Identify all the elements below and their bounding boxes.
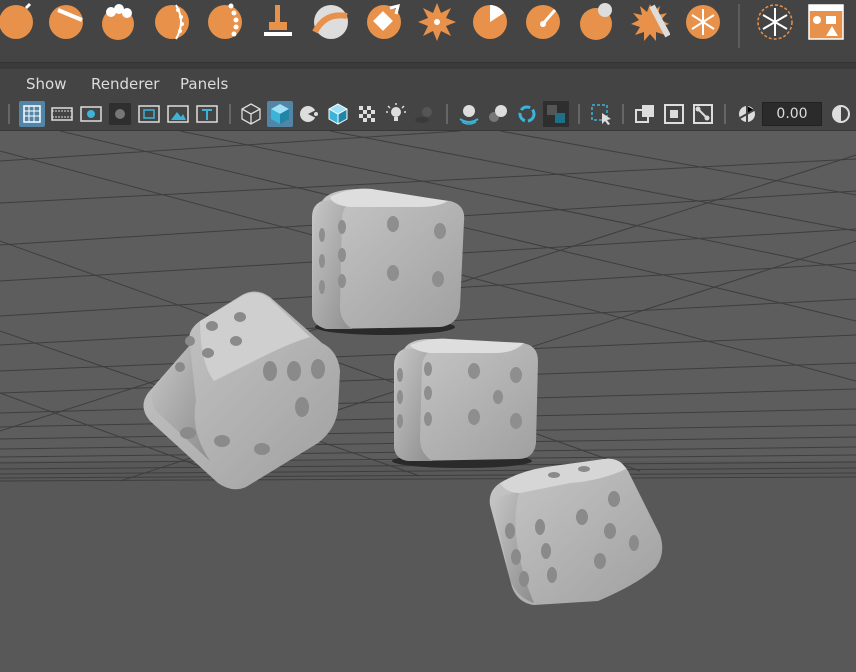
spiral-sphere-icon[interactable] <box>152 2 192 42</box>
shadows-icon[interactable] <box>412 101 438 127</box>
die[interactable] <box>392 338 538 468</box>
wireframe-on-shaded-icon[interactable] <box>325 101 351 127</box>
panel-toolbar <box>0 98 856 131</box>
chain-sphere-icon[interactable] <box>205 2 245 42</box>
xray-icon[interactable] <box>632 101 658 127</box>
sculpt-curve-icon[interactable] <box>311 2 351 42</box>
toolbar-separator <box>622 104 624 124</box>
exposure-value-field[interactable]: 0.00 <box>762 102 822 126</box>
safe-title-icon[interactable] <box>194 101 220 127</box>
menu-renderer[interactable]: Renderer <box>91 75 159 93</box>
diamond-arrow-icon[interactable] <box>364 2 404 42</box>
ambient-occlusion-icon[interactable] <box>456 101 482 127</box>
knife-sphere-icon[interactable] <box>523 2 563 42</box>
anti-alias-icon[interactable] <box>514 101 540 127</box>
field-chart-icon[interactable] <box>136 101 162 127</box>
ground-plane <box>0 461 856 672</box>
pinch-sphere-icon[interactable] <box>576 2 616 42</box>
die[interactable] <box>143 291 340 490</box>
toolbar-separator <box>578 104 580 124</box>
viewport-3d[interactable] <box>0 131 856 672</box>
xray-joints-icon[interactable] <box>690 101 716 127</box>
wireframe-cube-icon[interactable] <box>238 101 264 127</box>
toolbar-separator <box>8 104 10 124</box>
toolbar-separator <box>446 104 448 124</box>
safe-action-icon[interactable] <box>165 101 191 127</box>
snowflake-sphere-icon[interactable] <box>683 2 723 42</box>
sphere-icon[interactable] <box>0 2 36 42</box>
toolbar-separator <box>724 104 726 124</box>
stamp-icon[interactable] <box>258 2 298 42</box>
smooth-shaded-icon[interactable] <box>296 101 322 127</box>
snowflake-outline-icon[interactable] <box>755 2 795 42</box>
shelf <box>0 0 856 62</box>
spiky-sphere-icon[interactable] <box>630 2 670 42</box>
gate-mask-icon[interactable] <box>107 101 133 127</box>
textured-icon[interactable] <box>354 101 380 127</box>
starburst-icon[interactable] <box>417 2 457 42</box>
motion-blur-icon[interactable] <box>485 101 511 127</box>
viewport-scene <box>0 131 856 672</box>
menu-panels[interactable]: Panels <box>180 75 228 93</box>
resolution-gate-icon[interactable] <box>78 101 104 127</box>
exposure-icon[interactable] <box>734 101 760 127</box>
cloud-sphere-icon[interactable] <box>98 2 138 42</box>
shaded-cube-icon[interactable] <box>267 101 293 127</box>
shelf-separator <box>738 4 740 48</box>
cylinder-cut-icon[interactable] <box>46 2 86 42</box>
toolbar-separator <box>229 104 231 124</box>
die[interactable] <box>312 188 465 335</box>
shelf-divider <box>0 62 856 69</box>
isolate-select-icon[interactable] <box>588 101 614 127</box>
xray-active-icon[interactable] <box>661 101 687 127</box>
grid-icon[interactable] <box>19 101 45 127</box>
gamma-icon[interactable] <box>828 101 854 127</box>
film-gate-icon[interactable] <box>49 101 75 127</box>
light-bulb-icon[interactable] <box>383 101 409 127</box>
pie-sphere-icon[interactable] <box>470 2 510 42</box>
shapes-window-icon[interactable] <box>806 2 846 42</box>
depth-of-field-icon[interactable] <box>543 101 569 127</box>
panel-menubar: Show Renderer Panels <box>0 69 856 98</box>
menu-show[interactable]: Show <box>26 75 66 93</box>
